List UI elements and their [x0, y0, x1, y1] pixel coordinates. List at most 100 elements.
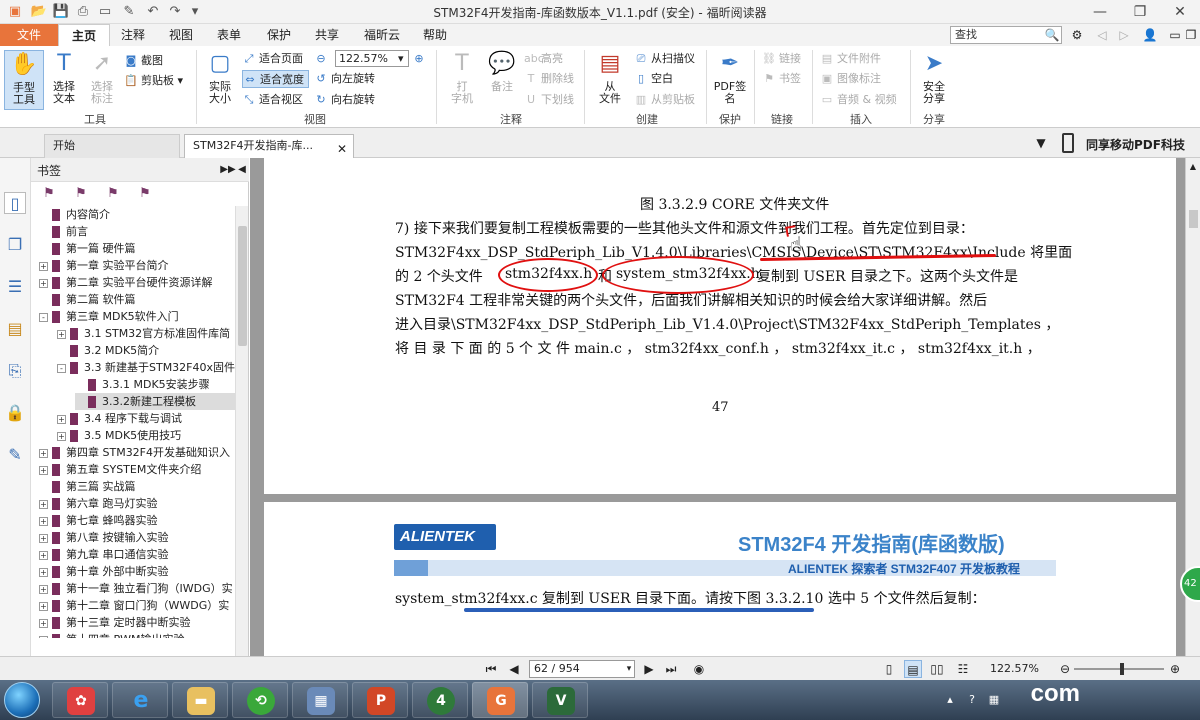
taskbar-app-ie[interactable]: e	[112, 682, 168, 718]
bookmark-item[interactable]: 内容简介	[39, 206, 235, 223]
expand-icon[interactable]: +	[39, 465, 48, 475]
next-page-icon[interactable]: ▶	[640, 660, 658, 678]
fit-width-button[interactable]: ⇔ 适合宽度	[242, 70, 309, 88]
attachments-panel-icon[interactable]: ⎘	[4, 360, 26, 382]
expand-icon[interactable]: +	[57, 431, 66, 441]
bookmark-item[interactable]: +3.5 MDK5使用技巧	[57, 427, 235, 444]
history-back-icon[interactable]: ◉	[690, 660, 708, 678]
comments-panel-icon[interactable]: ▤	[4, 318, 26, 340]
tab-document[interactable]: STM32F4开发指南-库...	[184, 134, 354, 158]
bookmark-item[interactable]: - 第三章 MDK5软件入门	[39, 308, 235, 325]
document-view[interactable]: 图 3.3.2.9 CORE 文件夹文件 7) 接下来我们要复制工程模板需要的一…	[250, 158, 1185, 656]
expand-icon[interactable]: +	[39, 499, 48, 509]
strikeout-button[interactable]: T 删除线	[524, 70, 574, 88]
expand-icon[interactable]: +	[39, 550, 48, 560]
bookmark-item[interactable]: + 第十四章 PWM输出实验	[39, 631, 235, 638]
bookmark-item[interactable]: 第一篇 硬件篇	[39, 240, 235, 257]
previous-page-icon[interactable]: ◀	[505, 660, 523, 678]
menu-view[interactable]: 视图	[160, 24, 202, 46]
last-page-icon[interactable]: ⏭	[662, 660, 680, 678]
close-button[interactable]: ✕	[1160, 0, 1200, 24]
user-icon[interactable]: 👤	[1140, 24, 1160, 46]
expand-icon[interactable]: +	[39, 278, 48, 288]
bookmark-item[interactable]: + 第四章 STM32F4开发基础知识入	[39, 444, 235, 461]
hand-tool-button[interactable]: ✋ 手型 工具	[4, 50, 44, 110]
link-button[interactable]: ⛓ 链接	[762, 50, 801, 68]
expand-icon[interactable]: +	[39, 601, 48, 611]
bookmark-item[interactable]: 前言	[39, 223, 235, 240]
menu-help[interactable]: 帮助	[414, 24, 456, 46]
ribbon-toggle-icon[interactable]: ▭	[1168, 24, 1182, 46]
collapse-icon[interactable]: -	[39, 312, 48, 322]
highlight-button[interactable]: abc高亮	[524, 50, 563, 68]
bookmark-item[interactable]: + 第二章 实验平台硬件资源详解	[39, 274, 235, 291]
rotate-left-button[interactable]: ↺ 向左旋转	[314, 70, 375, 88]
expand-icon[interactable]: +	[39, 533, 48, 543]
ink-circle-annotation[interactable]	[602, 256, 754, 294]
select-annotation-button[interactable]: ➚ 选择 标注	[82, 50, 122, 110]
zoom-dropdown-icon[interactable]: ▾	[398, 50, 404, 68]
security-panel-icon[interactable]: 🔒	[4, 402, 26, 424]
zoom-slider-handle[interactable]	[1120, 663, 1124, 675]
network-tray-icon[interactable]: ▦	[986, 692, 1002, 708]
zoom-slider[interactable]	[1074, 668, 1164, 670]
mobile-promo-link[interactable]: 同享移动PDF科技	[1086, 136, 1185, 153]
actual-size-button[interactable]: ▢ 实际 大小	[200, 50, 240, 110]
help-icon[interactable]: ?	[964, 692, 980, 708]
image-annotation-button[interactable]: ▣ 图像标注	[820, 70, 881, 88]
bookmark-item[interactable]: + 第五章 SYSTEM文件夹介绍	[39, 461, 235, 478]
menu-share[interactable]: 共享	[306, 24, 348, 46]
bookmark-item[interactable]: +3.4 程序下载与调试	[57, 410, 235, 427]
audio-video-button[interactable]: ▭ 音频 & 视频	[820, 91, 897, 109]
document-scroll-thumb[interactable]	[1189, 210, 1198, 228]
restore-icon[interactable]: ❐	[1184, 24, 1198, 46]
collapse-icon[interactable]: -	[57, 363, 66, 373]
tab-close-icon[interactable]: ✕	[335, 142, 349, 156]
signatures-panel-icon[interactable]: ✎	[4, 444, 26, 466]
facing-view-icon[interactable]: ▯▯	[928, 660, 946, 678]
gear-icon[interactable]: ⚙	[1066, 24, 1088, 46]
scroll-up-icon[interactable]: ▲	[1187, 158, 1199, 176]
panel-collapse-icon[interactable]: ◀	[233, 161, 251, 179]
from-file-button[interactable]: ▤ 从 文件	[590, 50, 630, 110]
bookmark-item[interactable]: +3.1 STM32官方标准固件库简	[57, 325, 235, 342]
bookmarks-panel-icon[interactable]: ▯	[4, 192, 26, 214]
tray-expand-icon[interactable]: ▴	[942, 692, 958, 708]
taskbar-app-foxit[interactable]: G	[472, 682, 528, 718]
taskbar-app-visio[interactable]: V	[532, 682, 588, 718]
bookmark-item[interactable]: 第二篇 软件篇	[39, 291, 235, 308]
zoom-in-button[interactable]: ⊕	[412, 50, 429, 68]
expand-icon[interactable]: +	[39, 584, 48, 594]
bookmark-item[interactable]: + 第十三章 定时器中断实验	[39, 614, 235, 631]
single-page-view-icon[interactable]: ▯	[880, 660, 898, 678]
bookmark-item[interactable]: 3.2 MDK5简介	[57, 342, 235, 359]
bookmark-item[interactable]: + 第七章 蜂鸣器实验	[39, 512, 235, 529]
pdf-sign-button[interactable]: ✒ PDF签 名	[710, 50, 750, 110]
bookmark-item[interactable]: 第三篇 实战篇	[39, 478, 235, 495]
from-clipboard-button[interactable]: ▥ 从剪贴板	[634, 91, 695, 109]
fit-visible-button[interactable]: ⤡ 适合视区	[242, 91, 303, 109]
bookmark-item[interactable]: + 第八章 按键输入实验	[39, 529, 235, 546]
typewriter-button[interactable]: T 打 字机	[442, 50, 482, 110]
pages-panel-icon[interactable]: ❐	[4, 234, 26, 256]
bookmark-item[interactable]: + 第六章 跑马灯实验	[39, 495, 235, 512]
minimize-button[interactable]: —	[1080, 0, 1120, 24]
file-attachment-button[interactable]: ▤ 文件附件	[820, 50, 881, 68]
expand-icon[interactable]: +	[39, 261, 48, 271]
expand-icon[interactable]: +	[39, 516, 48, 526]
bookmark-item[interactable]: + 第一章 实验平台简介	[39, 257, 235, 274]
expand-icon[interactable]: +	[39, 567, 48, 577]
taskbar-app-powerpoint[interactable]: P	[352, 682, 408, 718]
bookmark-item[interactable]: + 第九章 串口通信实验	[39, 546, 235, 563]
layers-panel-icon[interactable]: ☰	[4, 276, 26, 298]
nav-forward-icon[interactable]: ▷	[1116, 24, 1132, 46]
secure-share-button[interactable]: ➤ 安全 分享	[914, 50, 954, 110]
underline-button[interactable]: U 下划线	[524, 91, 574, 109]
expand-icon[interactable]: +	[39, 448, 48, 458]
bookmark-expand-all-icon[interactable]: ⚑	[105, 186, 121, 202]
bookmark-scroll-thumb[interactable]	[238, 226, 247, 346]
from-scanner-button[interactable]: ⎚ 从扫描仪	[634, 50, 695, 68]
bookmark-item[interactable]: + 第十章 外部中断实验	[39, 563, 235, 580]
first-page-icon[interactable]: ⏮	[482, 660, 500, 678]
taskbar-app-network[interactable]: ▦	[292, 682, 348, 718]
